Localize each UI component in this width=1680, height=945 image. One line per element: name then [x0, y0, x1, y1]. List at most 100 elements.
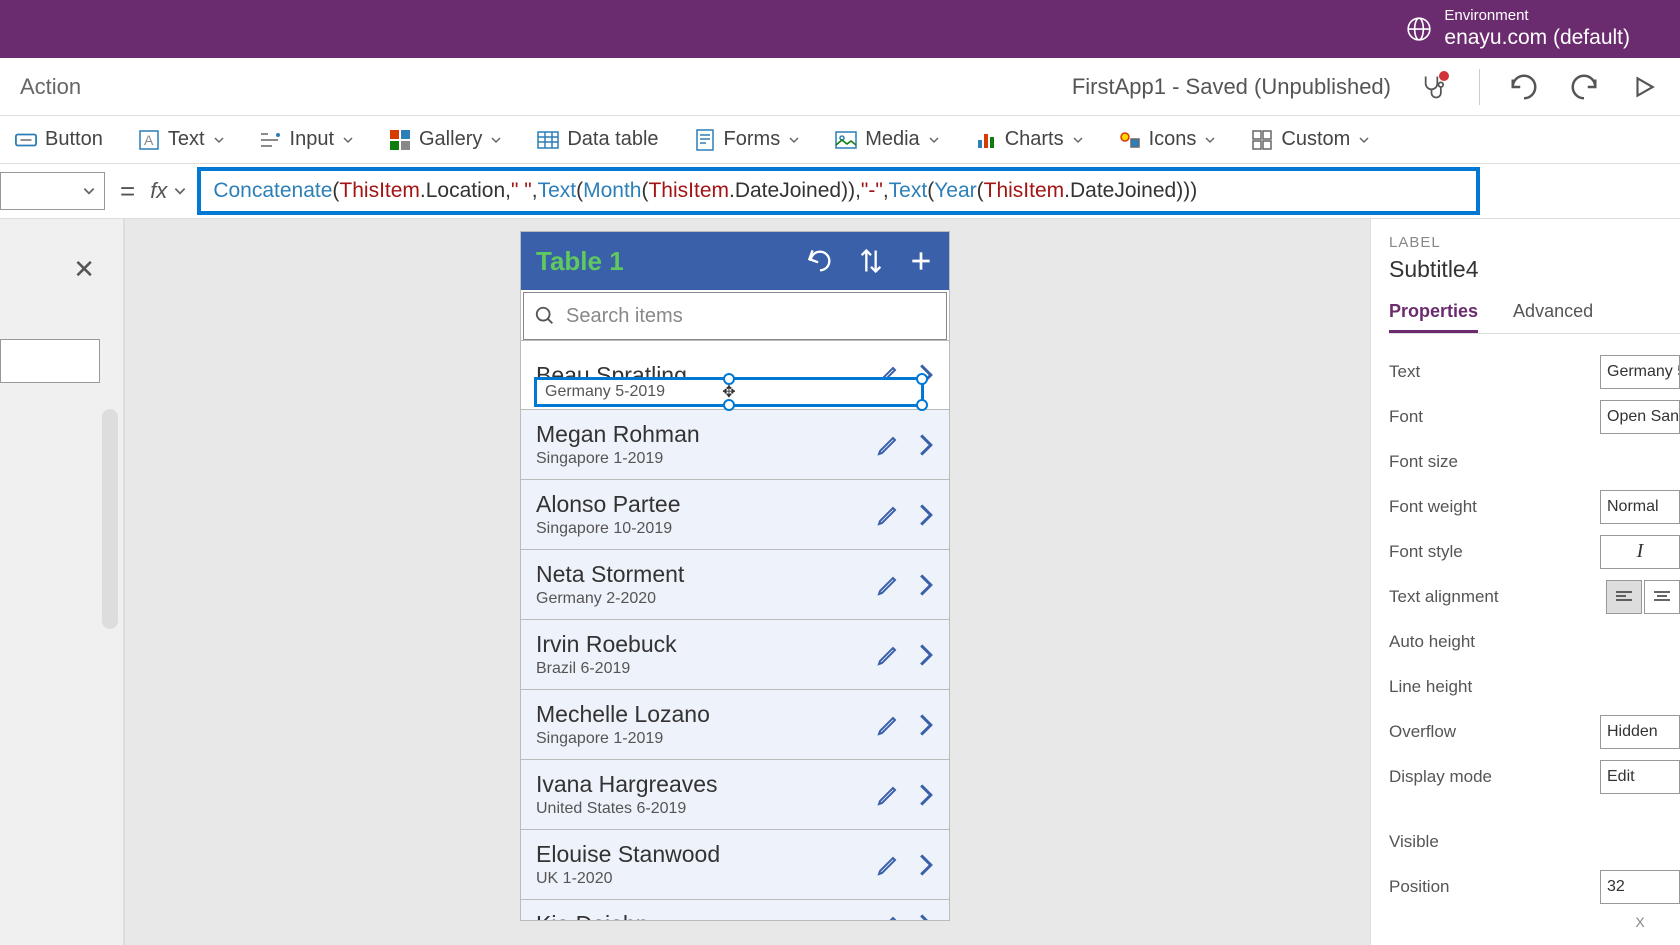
chevron-right-icon[interactable] [918, 713, 934, 737]
prop-fontstyle-value[interactable]: I [1600, 535, 1680, 569]
list-item[interactable]: Irvin RoebuckBrazil 6-2019 [521, 620, 949, 690]
insert-gallery[interactable]: Gallery [389, 128, 502, 151]
item-subtitle: UK 1-2020 [536, 870, 876, 888]
play-button[interactable] [1628, 71, 1660, 103]
list-item[interactable]: Mechelle LozanoSingapore 1-2019 [521, 690, 949, 760]
item-title: Ivana Hargreaves [536, 771, 876, 798]
prop-font-value[interactable]: Open Sans [1600, 400, 1680, 434]
search-input[interactable]: Search items [523, 292, 947, 340]
refresh-icon[interactable] [806, 247, 834, 275]
canvas[interactable]: Table 1 Search items Beau Spratling [125, 219, 1370, 945]
app-screen: Table 1 Search items Beau Spratling [520, 231, 950, 921]
edit-icon[interactable] [876, 853, 900, 877]
prop-fontsize-label: Font size [1389, 452, 1680, 472]
edit-icon[interactable] [876, 573, 900, 597]
chevron-right-icon[interactable] [918, 503, 934, 527]
add-icon[interactable] [908, 248, 934, 274]
svg-text:A: A [144, 132, 154, 148]
redo-button[interactable] [1568, 71, 1600, 103]
chevron-right-icon[interactable] [918, 643, 934, 667]
list-item[interactable]: Kia Dejohn [521, 900, 949, 921]
prop-display-value[interactable]: Edit [1600, 760, 1680, 794]
environment-indicator[interactable]: Environment enayu.com (default) [1406, 7, 1630, 50]
input-icon [260, 129, 282, 151]
table-icon [537, 129, 559, 151]
prop-text-value[interactable]: Germany 5 [1600, 355, 1680, 389]
list-item[interactable]: Elouise StanwoodUK 1-2020 [521, 830, 949, 900]
chevron-down-icon [82, 184, 96, 198]
chevron-right-icon[interactable] [918, 853, 934, 877]
edit-icon[interactable] [876, 643, 900, 667]
insert-custom[interactable]: Custom [1251, 128, 1370, 151]
selected-subtitle-control[interactable]: Germany 5-2019 ✥ [534, 377, 924, 407]
insert-button[interactable]: Button [15, 128, 103, 151]
align-left-button[interactable] [1606, 580, 1642, 614]
list-item[interactable]: Megan RohmanSingapore 1-2019 [521, 410, 949, 480]
chevron-right-icon[interactable] [918, 573, 934, 597]
undo-button[interactable] [1508, 71, 1540, 103]
align-center-button[interactable] [1644, 580, 1680, 614]
app-checker-button[interactable] [1419, 71, 1451, 103]
search-placeholder: Search items [566, 305, 683, 328]
list-item[interactable]: Beau Spratling Germany 5-2019 ✥ [521, 340, 949, 410]
edit-icon[interactable] [876, 783, 900, 807]
tab-advanced[interactable]: Advanced [1513, 301, 1593, 333]
env-label: Environment [1444, 7, 1630, 25]
insert-media[interactable]: Media [835, 128, 939, 151]
chevron-down-icon [1204, 134, 1216, 146]
chart-icon [975, 129, 997, 151]
tab-properties[interactable]: Properties [1389, 301, 1478, 333]
item-title: Neta Storment [536, 561, 876, 588]
insert-forms[interactable]: Forms [694, 128, 801, 151]
item-title: Alonso Partee [536, 491, 876, 518]
undo-icon [1509, 72, 1539, 102]
formula-input[interactable]: Concatenate(ThisItem.Location, " ", Text… [197, 167, 1480, 215]
insert-text[interactable]: A Text [138, 128, 225, 151]
tree-scrollbar[interactable] [102, 409, 118, 629]
prop-overflow-value[interactable]: Hidden [1600, 715, 1680, 749]
insert-datatable[interactable]: Data table [537, 128, 658, 151]
insert-icons[interactable]: Icons [1119, 128, 1217, 151]
search-icon [534, 305, 556, 327]
item-subtitle: Singapore 1-2019 [536, 730, 876, 748]
prop-position-value[interactable]: 32 [1600, 870, 1680, 904]
move-cursor-icon: ✥ [722, 382, 735, 402]
close-panel-button[interactable]: ✕ [73, 254, 95, 285]
insert-input[interactable]: Input [260, 128, 354, 151]
screen-header: Table 1 [521, 232, 949, 290]
formula-bar: = fx Concatenate(ThisItem.Location, " ",… [0, 164, 1680, 219]
item-subtitle: Singapore 10-2019 [536, 520, 876, 538]
gallery-icon [389, 129, 411, 151]
env-value: enayu.com (default) [1444, 25, 1630, 50]
chevron-down-icon [213, 134, 225, 146]
property-selector[interactable] [0, 172, 105, 210]
chevron-down-icon[interactable] [173, 184, 187, 198]
edit-icon[interactable] [876, 913, 900, 922]
list-item[interactable]: Ivana HargreavesUnited States 6-2019 [521, 760, 949, 830]
chevron-down-icon [788, 134, 800, 146]
edit-icon[interactable] [876, 433, 900, 457]
media-icon [835, 129, 857, 151]
insert-charts[interactable]: Charts [975, 128, 1084, 151]
chevron-down-icon [1358, 134, 1370, 146]
sort-icon[interactable] [859, 247, 883, 275]
search-tree-input[interactable] [0, 339, 100, 383]
prop-position-label: Position [1389, 877, 1600, 897]
position-x-label: X [1600, 914, 1680, 930]
list-item[interactable]: Alonso Partee Singapore 10-2019 [521, 480, 949, 550]
insert-toolbar: Button A Text Input Gallery Data table F… [0, 116, 1680, 164]
edit-icon[interactable] [876, 713, 900, 737]
chevron-right-icon[interactable] [918, 913, 934, 922]
list-item[interactable]: Neta StormentGermany 2-2020 [521, 550, 949, 620]
chevron-right-icon[interactable] [918, 433, 934, 457]
action-menu[interactable]: Action [20, 74, 81, 100]
tree-view-panel: ✕ [0, 219, 125, 945]
text-icon: A [138, 129, 160, 151]
chevron-right-icon[interactable] [918, 783, 934, 807]
prop-overflow-label: Overflow [1389, 722, 1600, 742]
prop-font-label: Font [1389, 407, 1600, 427]
icons-icon [1119, 129, 1141, 151]
prop-fontweight-value[interactable]: Normal [1600, 490, 1680, 524]
item-title: Irvin Roebuck [536, 631, 876, 658]
edit-icon[interactable] [876, 503, 900, 527]
